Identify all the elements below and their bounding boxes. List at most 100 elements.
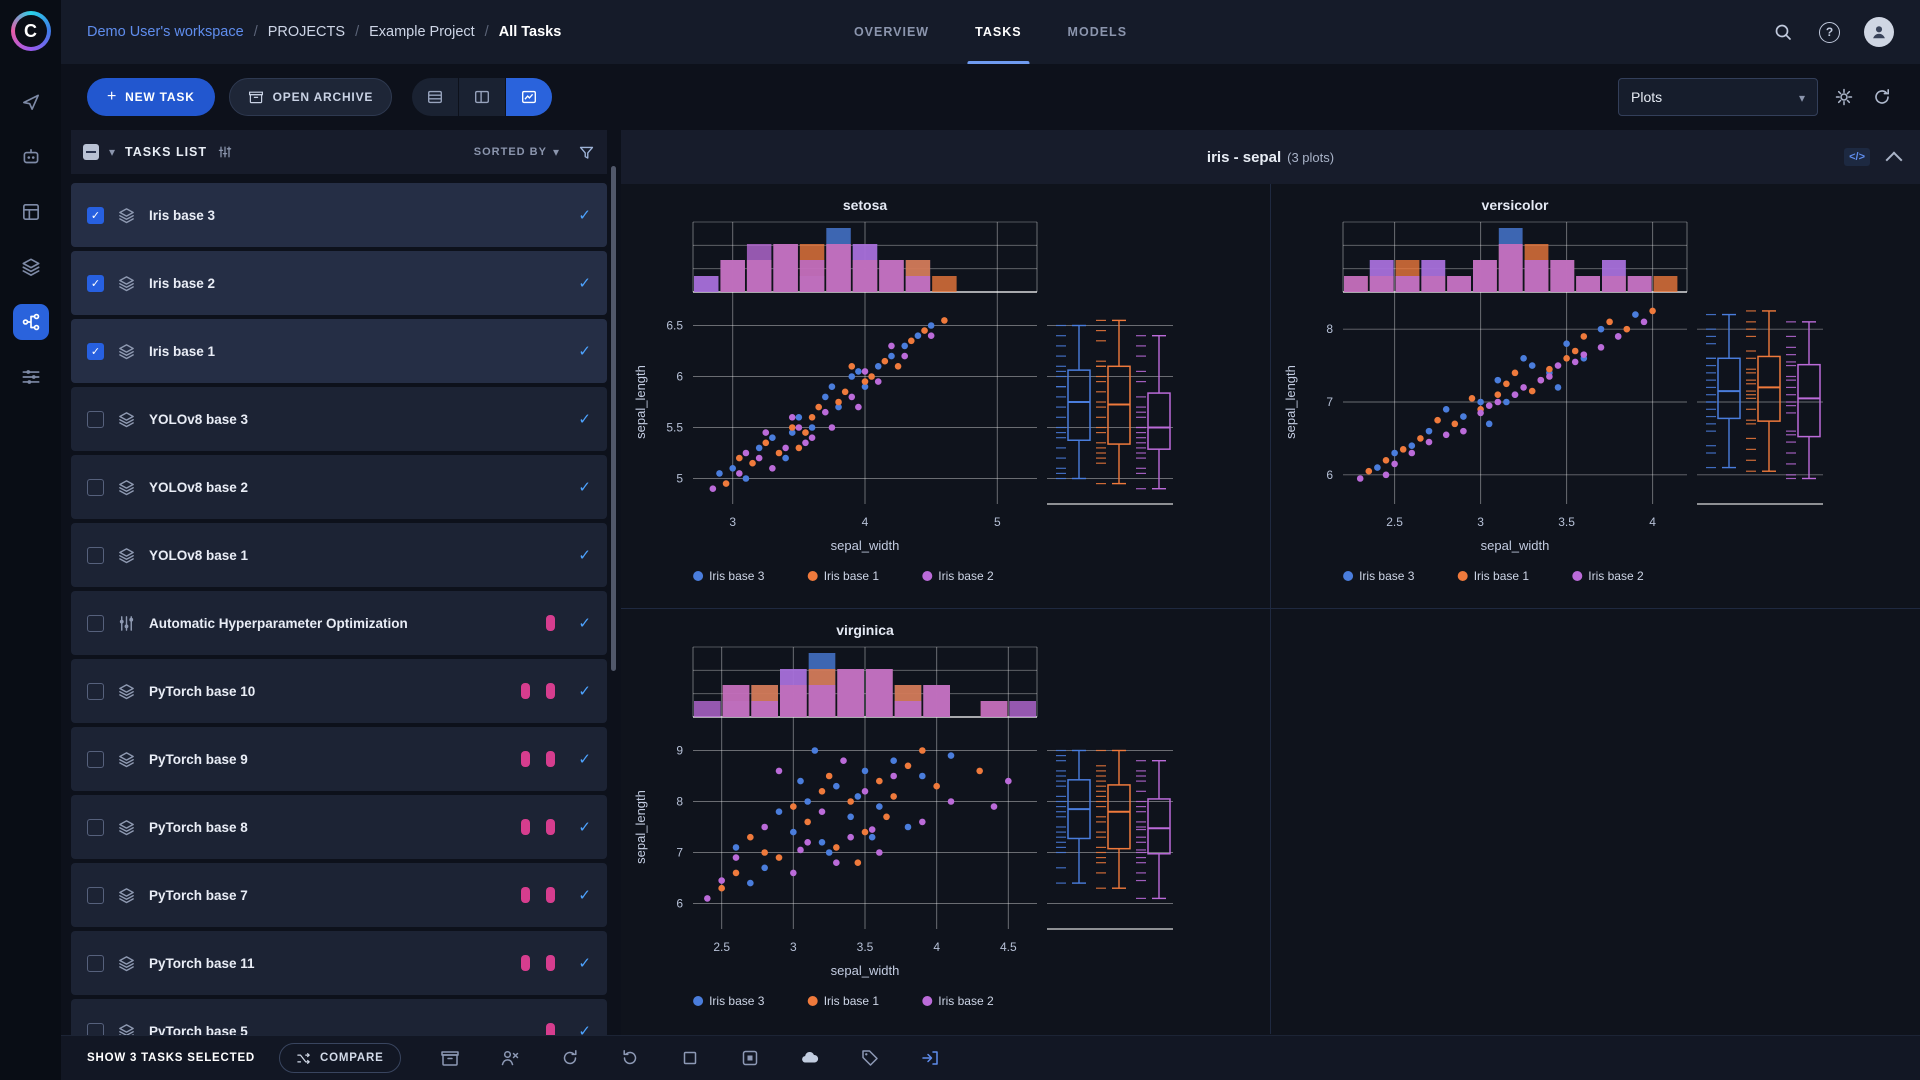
archive-icon[interactable]	[439, 1047, 461, 1069]
task-checkbox[interactable]	[87, 275, 104, 292]
svg-text:6: 6	[676, 897, 683, 911]
chart-versicolor[interactable]: 2.533.54678versicolorsepal_widthsepal_le…	[1279, 188, 1901, 609]
select-all-checkbox[interactable]	[83, 144, 99, 160]
plot-cell-versicolor[interactable]: 2.533.54678versicolorsepal_widthsepal_le…	[1271, 184, 1920, 609]
compare-button[interactable]: COMPARE	[279, 1043, 401, 1073]
help-icon[interactable]	[1819, 22, 1840, 43]
split-view-button[interactable]	[459, 78, 506, 116]
plus-icon	[107, 88, 117, 106]
embed-code-icon[interactable]	[1844, 148, 1870, 166]
sidebar-item-pipelines[interactable]	[13, 304, 49, 340]
plots-dropdown-value: Plots	[1631, 89, 1662, 105]
enqueue-icon[interactable]	[919, 1047, 941, 1069]
task-checkbox[interactable]	[87, 751, 104, 768]
svg-text:8: 8	[676, 795, 683, 809]
task-checkbox[interactable]	[87, 479, 104, 496]
tab-overview[interactable]: OVERVIEW	[854, 0, 929, 64]
sidebar-item-datasets[interactable]	[13, 249, 49, 285]
tags-icon[interactable]	[859, 1047, 881, 1069]
avatar[interactable]	[1864, 17, 1894, 47]
task-row[interactable]: YOLOv8 base 3	[71, 387, 607, 451]
tag-pill	[546, 751, 555, 767]
task-row[interactable]: PyTorch base 5	[71, 999, 607, 1035]
column-settings-icon[interactable]	[217, 144, 233, 160]
tasks-scrollbar[interactable]	[611, 166, 616, 671]
breadcrumb-projects[interactable]: PROJECTS	[268, 24, 345, 40]
task-checkbox[interactable]	[87, 683, 104, 700]
breadcrumb-all-tasks[interactable]: All Tasks	[499, 24, 562, 40]
breadcrumb-workspace[interactable]: Demo User's workspace	[87, 24, 244, 40]
sidebar-item-dashboard[interactable]	[13, 84, 49, 120]
task-checkbox[interactable]	[87, 411, 104, 428]
status-completed-icon	[578, 546, 591, 564]
publish-icon[interactable]	[799, 1047, 821, 1069]
charts-grid: 34555.566.5setosasepal_widthsepal_length…	[621, 184, 1920, 1035]
task-row[interactable]: PyTorch base 7	[71, 863, 607, 927]
sidebar-item-orchestration[interactable]	[13, 359, 49, 395]
task-checkbox[interactable]	[87, 547, 104, 564]
tag-pill	[546, 887, 555, 903]
plot-cell-virginica[interactable]: 2.533.544.56789virginicasepal_widthsepal…	[621, 609, 1271, 1034]
tab-models[interactable]: MODELS	[1068, 0, 1127, 64]
task-name: PyTorch base 5	[149, 1024, 248, 1036]
stop-icon[interactable]	[679, 1047, 701, 1069]
top-bar: Demo User's workspace / PROJECTS / Examp…	[61, 0, 1920, 64]
svg-text:5.5: 5.5	[666, 421, 683, 435]
task-name: PyTorch base 9	[149, 752, 248, 767]
task-row[interactable]: YOLOv8 base 2	[71, 455, 607, 519]
tag-pill	[546, 1023, 555, 1035]
settings-gear-icon[interactable]	[1832, 85, 1856, 109]
auto-refresh-icon[interactable]	[1870, 85, 1894, 109]
task-checkbox[interactable]	[87, 615, 104, 632]
task-checkbox[interactable]	[87, 207, 104, 224]
task-checkbox[interactable]	[87, 1023, 104, 1036]
task-row[interactable]: PyTorch base 11	[71, 931, 607, 995]
open-archive-button[interactable]: OPEN ARCHIVE	[229, 78, 393, 116]
chart-view-button[interactable]	[506, 78, 552, 116]
chart-setosa[interactable]: 34555.566.5setosasepal_widthsepal_length…	[629, 188, 1251, 609]
task-row[interactable]: YOLOv8 base 1	[71, 523, 607, 587]
chevron-down-icon	[1799, 89, 1805, 105]
sidebar-item-reports[interactable]	[13, 194, 49, 230]
task-type-icon	[117, 342, 136, 361]
task-type-icon	[117, 818, 136, 837]
clearml-logo[interactable]: C	[11, 11, 51, 51]
sidebar-item-applications[interactable]	[13, 139, 49, 175]
task-name: YOLOv8 base 1	[149, 548, 248, 563]
reset-icon[interactable]	[619, 1047, 641, 1069]
collapse-chevron-icon[interactable]	[1886, 151, 1903, 168]
task-checkbox[interactable]	[87, 819, 104, 836]
svg-text:versicolor: versicolor	[1481, 197, 1548, 213]
search-icon[interactable]	[1771, 20, 1795, 44]
task-row[interactable]: PyTorch base 9	[71, 727, 607, 791]
plot-cell-setosa[interactable]: 34555.566.5setosasepal_widthsepal_length…	[621, 184, 1271, 609]
tasks-list-header: TASKS LIST SORTED BY	[71, 130, 607, 174]
tab-tasks[interactable]: TASKS	[975, 0, 1021, 64]
new-task-button[interactable]: NEW TASK	[87, 78, 215, 116]
svg-text:6.5: 6.5	[666, 319, 683, 333]
breadcrumb-project[interactable]: Example Project	[369, 24, 475, 40]
task-checkbox[interactable]	[87, 955, 104, 972]
filter-funnel-icon[interactable]	[578, 144, 595, 161]
task-checkbox[interactable]	[87, 343, 104, 360]
task-row[interactable]: Iris base 1	[71, 319, 607, 383]
plots-dropdown[interactable]: Plots	[1618, 78, 1818, 116]
monitor-icon[interactable]	[739, 1047, 761, 1069]
task-row[interactable]: PyTorch base 10	[71, 659, 607, 723]
task-row[interactable]: PyTorch base 8	[71, 795, 607, 859]
table-view-button[interactable]	[412, 78, 459, 116]
task-row[interactable]: Automatic Hyperparameter Optimization	[71, 591, 607, 655]
sorted-by-control[interactable]: SORTED BY	[474, 145, 560, 159]
sorted-by-label: SORTED BY	[474, 146, 547, 158]
task-checkbox[interactable]	[87, 887, 104, 904]
retry-icon[interactable]	[559, 1047, 581, 1069]
svg-text:Iris base 2: Iris base 2	[938, 569, 994, 583]
task-row[interactable]: Iris base 2	[71, 251, 607, 315]
task-row[interactable]: Iris base 3	[71, 183, 607, 247]
select-all-caret-icon[interactable]	[109, 143, 115, 161]
orchestration-icon	[20, 366, 42, 388]
tag-pill	[546, 819, 555, 835]
chart-virginica[interactable]: 2.533.544.56789virginicasepal_widthsepal…	[629, 613, 1251, 1034]
svg-text:3: 3	[1477, 515, 1484, 529]
clone-icon[interactable]	[499, 1047, 521, 1069]
